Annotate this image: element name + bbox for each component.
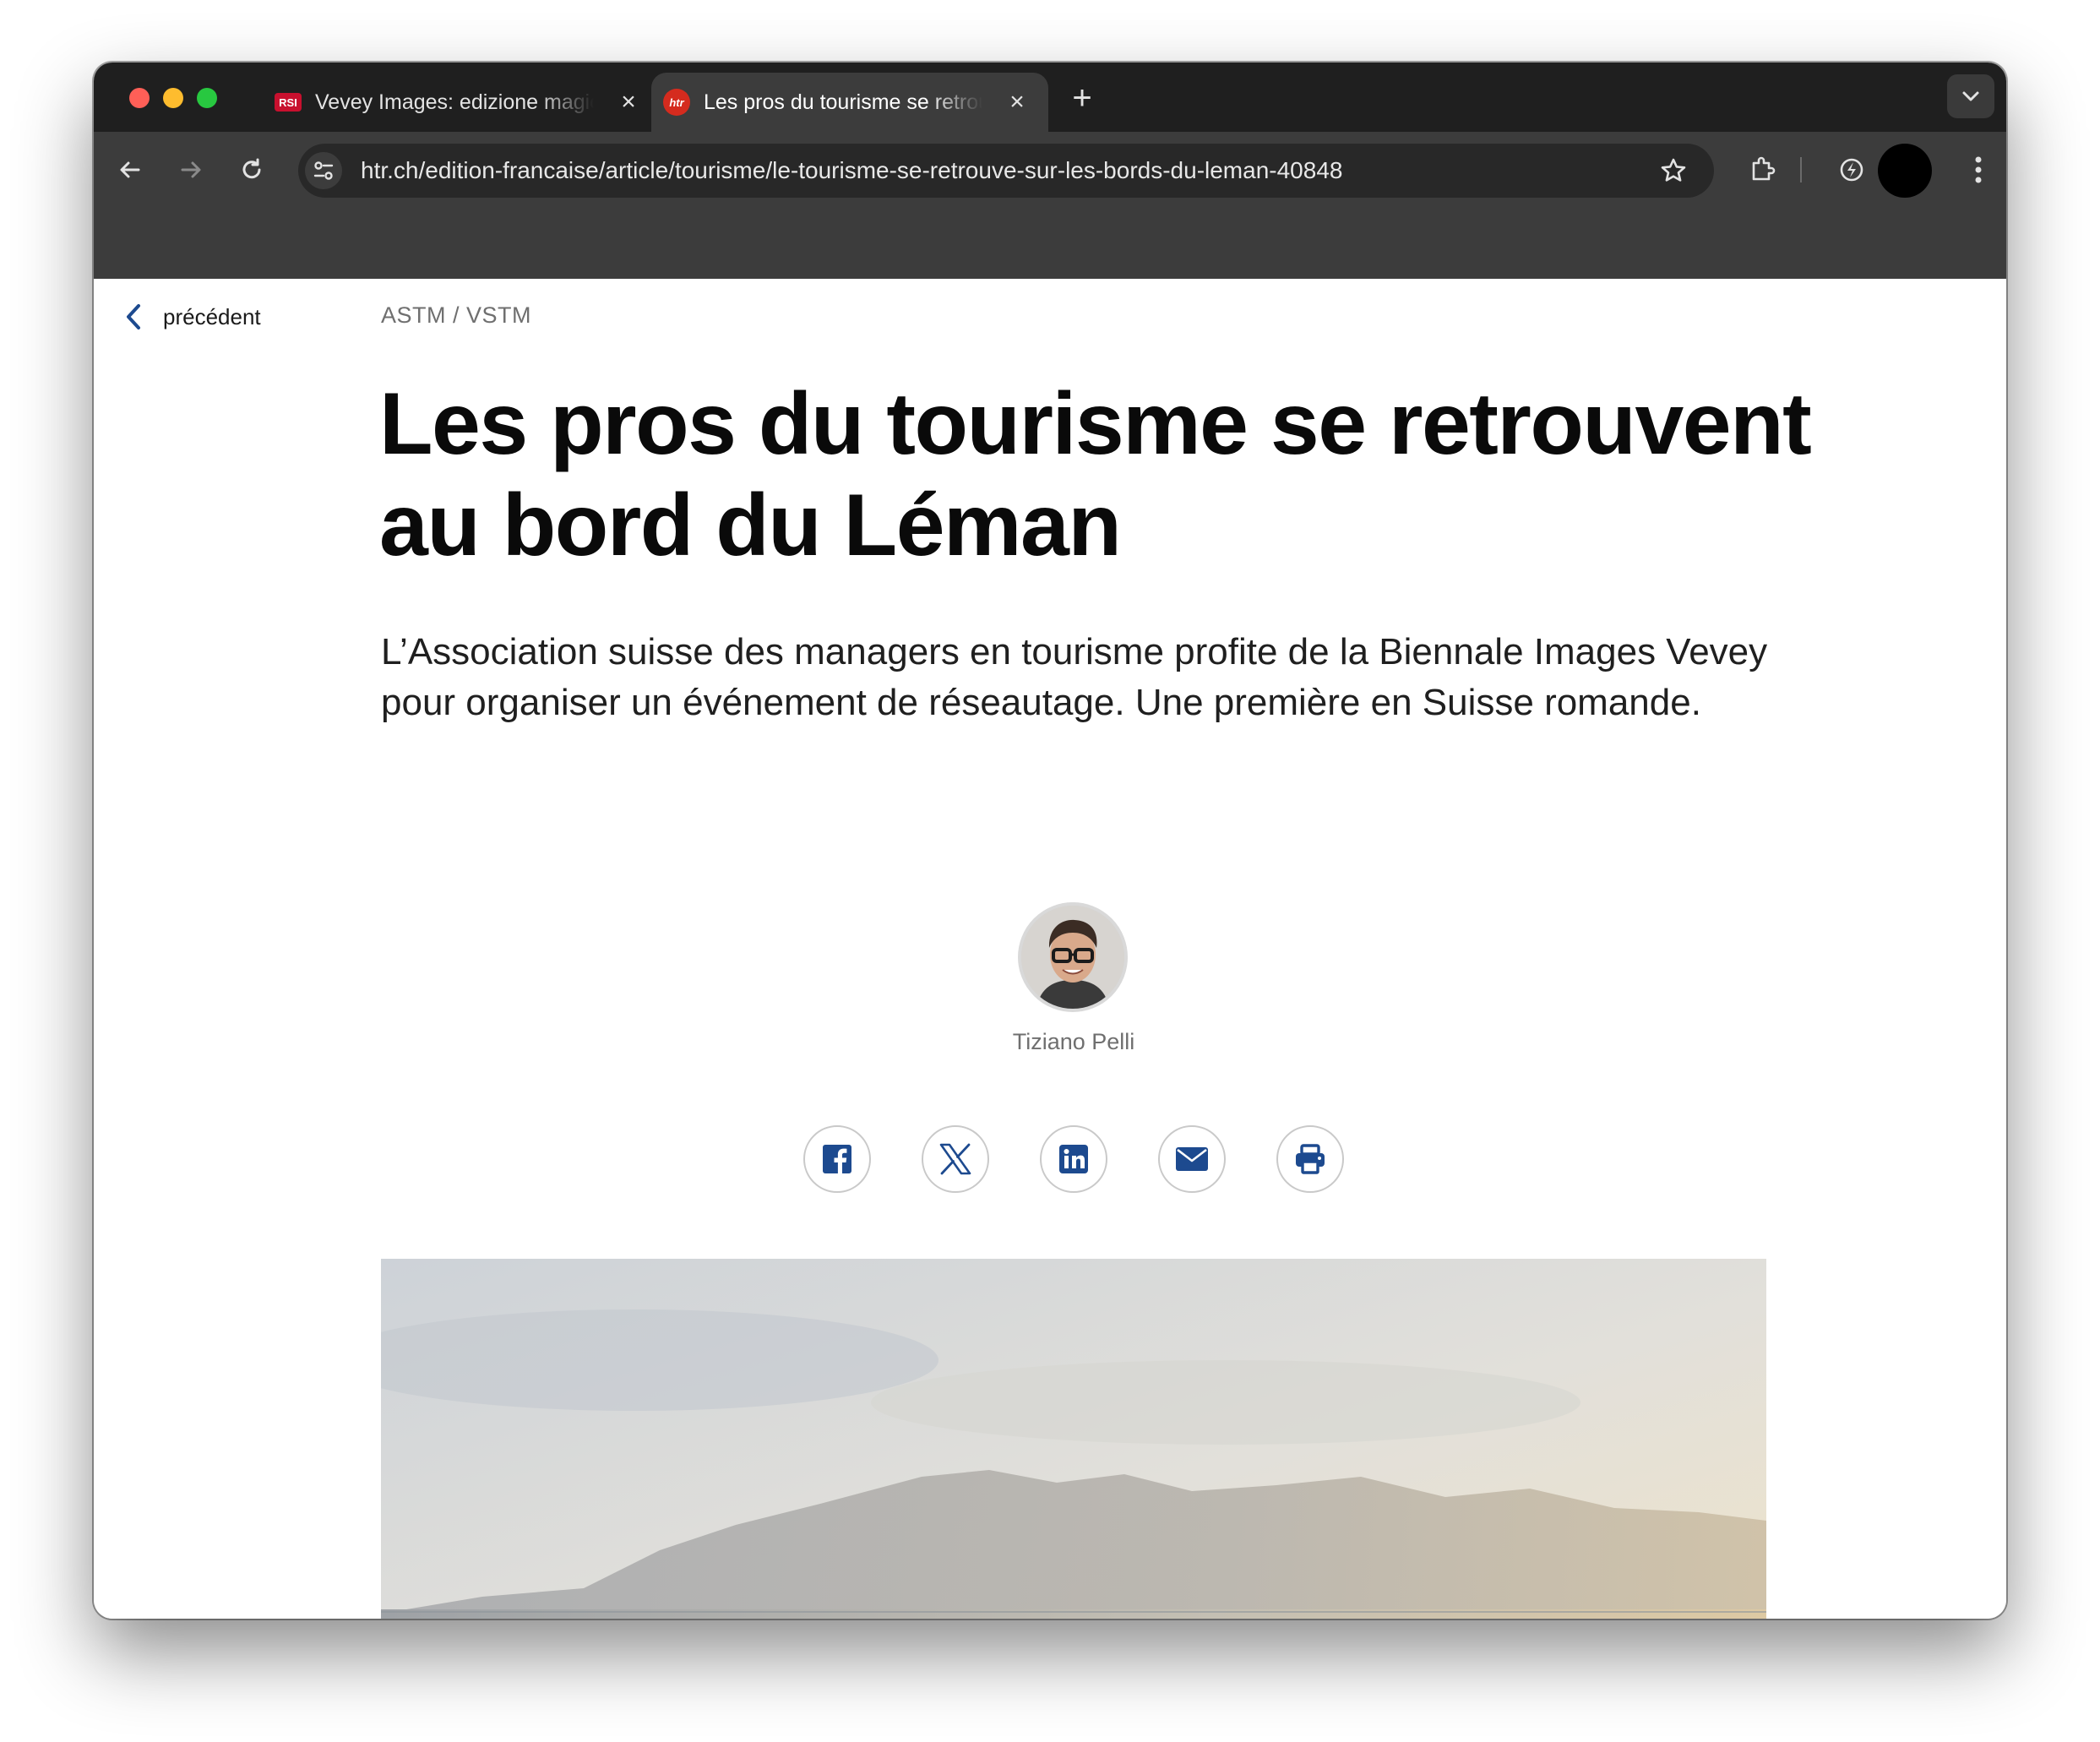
article-hero-image (381, 1259, 1766, 1619)
extensions-icon (1752, 156, 1776, 181)
htr-favicon-icon: htr (663, 89, 690, 116)
forward-icon (181, 161, 201, 178)
back-icon (120, 161, 140, 178)
extensions-button[interactable] (1741, 149, 1783, 191)
author-portrait-icon (1021, 906, 1124, 1009)
tab-search-button[interactable] (1947, 74, 1994, 118)
rsi-favicon-icon: RSI (275, 93, 302, 112)
url-text: htr.ch/edition-francaise/article/tourism… (361, 157, 1343, 183)
author-avatar[interactable] (1018, 902, 1128, 1012)
close-tab-icon[interactable]: × (616, 88, 641, 117)
new-tab-button[interactable]: + (1065, 79, 1099, 117)
performance-icon (1840, 158, 1863, 182)
reload-button[interactable] (231, 149, 273, 191)
forward-button[interactable] (170, 149, 212, 191)
reload-icon (242, 158, 261, 179)
article-page: précédent ASTM / VSTM Les pros du touris… (94, 279, 2006, 1619)
menu-button[interactable] (1957, 149, 1999, 191)
x-icon (939, 1143, 971, 1175)
address-bar[interactable]: htr.ch/edition-francaise/article/tourism… (298, 144, 1714, 198)
article-kicker[interactable]: ASTM / VSTM (381, 302, 531, 329)
bookmark-button[interactable] (1658, 155, 1689, 190)
minimize-window-button[interactable] (163, 88, 183, 108)
chevron-left-icon (127, 304, 140, 329)
print-button[interactable] (1276, 1125, 1344, 1193)
close-tab-icon[interactable]: × (1004, 88, 1030, 117)
article-headline: Les pros du tourisme se retrouvent au bo… (379, 375, 1812, 574)
previous-link[interactable]: précédent (124, 302, 261, 331)
close-window-button[interactable] (129, 88, 150, 108)
performance-button[interactable] (1831, 149, 1873, 191)
browser-window: RSI Vevey Images: edizione magica × htr … (94, 63, 2006, 1619)
bookmarks-bar (94, 208, 2006, 279)
menu-icon (1975, 156, 1982, 183)
tab-htr-article[interactable]: htr Les pros du tourisme se retrouvent × (651, 73, 1048, 132)
print-icon (1296, 1144, 1325, 1174)
toolbar-separator (1800, 157, 1802, 182)
author-name[interactable]: Tiziano Pelli (905, 1029, 1243, 1055)
share-x-button[interactable] (922, 1125, 989, 1193)
bookmark-star-icon (1661, 158, 1686, 182)
share-email-button[interactable] (1158, 1125, 1226, 1193)
email-icon (1176, 1147, 1208, 1171)
chevron-down-icon (1962, 91, 1979, 101)
site-info-button[interactable] (305, 152, 342, 189)
article-lead: L’Association suisse des managers en tou… (381, 631, 1768, 723)
tab-strip: RSI Vevey Images: edizione magica × htr … (94, 63, 2006, 132)
profile-avatar[interactable] (1878, 144, 1932, 198)
tab-title: Les pros du tourisme se retrouvent (704, 90, 982, 114)
lake-geneva-landscape-image (381, 1259, 1766, 1619)
share-facebook-button[interactable] (803, 1125, 871, 1193)
zoom-window-button[interactable] (197, 88, 217, 108)
share-linkedin-button[interactable] (1040, 1125, 1107, 1193)
tab-title: Vevey Images: edizione magica (315, 90, 594, 114)
linkedin-icon (1059, 1145, 1088, 1173)
previous-label: précédent (163, 303, 261, 329)
back-button[interactable] (109, 149, 151, 191)
facebook-icon (823, 1145, 851, 1174)
site-info-icon (313, 161, 334, 180)
toolbar: htr.ch/edition-francaise/article/tourism… (94, 132, 2006, 208)
